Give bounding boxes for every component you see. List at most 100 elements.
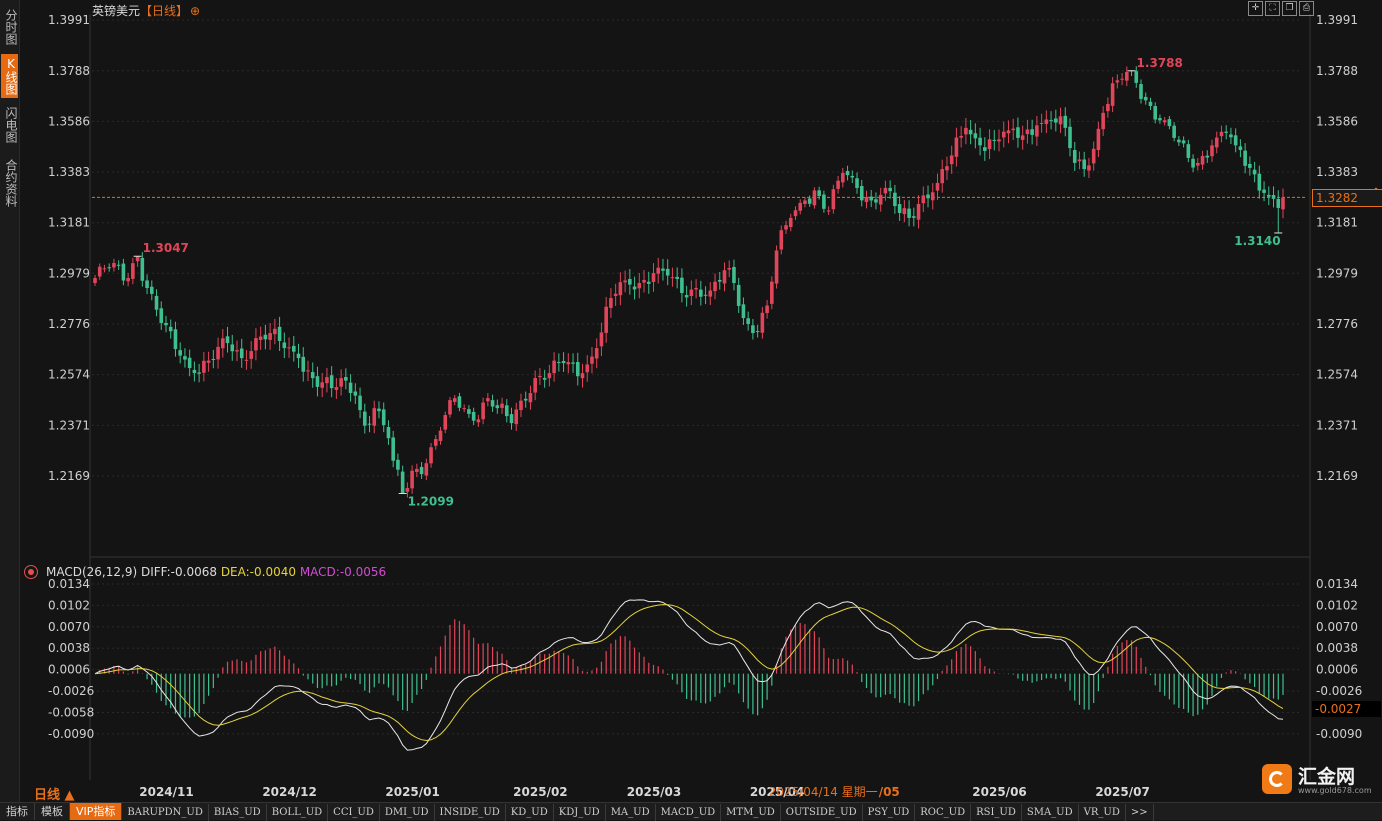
indicator-tab-dmi-ud[interactable]: DMI_UD	[380, 804, 435, 821]
candle-body	[822, 194, 826, 209]
period-switch[interactable]: 日线 ▲	[34, 784, 75, 803]
candle-body	[585, 364, 590, 373]
settings-icon[interactable]	[24, 564, 38, 579]
candle-body	[159, 308, 164, 324]
macd-tick-label: 0.0070	[1316, 620, 1358, 634]
macd-tick-label: -0.0058	[48, 705, 94, 719]
candle-body	[1054, 118, 1058, 123]
candle-body	[656, 267, 661, 274]
candle-body	[793, 210, 798, 217]
price-tick-label: 1.3788	[1316, 64, 1358, 78]
candle-body	[651, 273, 656, 282]
indicator-tab-rsi-ud[interactable]: RSI_UD	[971, 804, 1022, 821]
candle-body	[604, 306, 608, 333]
indicator-tab-kdj-ud[interactable]: KDJ_UD	[554, 804, 606, 821]
indicator-tab-macd-ud[interactable]: MACD_UD	[656, 804, 722, 821]
candle-body	[509, 414, 514, 424]
price-tick-label: 1.3181	[48, 216, 90, 230]
macd-tick-label: -0.0026	[48, 684, 94, 698]
indicator-tab-sma-ud[interactable]: SMA_UD	[1022, 804, 1079, 821]
candle-body	[1006, 130, 1011, 134]
candle-body	[126, 277, 130, 282]
candle-body	[1148, 101, 1153, 106]
candle-body	[751, 325, 755, 334]
indicator-tab-roc-ud[interactable]: ROC_UD	[915, 804, 972, 821]
indicator-tab-[interactable]: >>	[1126, 804, 1154, 821]
candle-body	[1110, 83, 1115, 106]
indicator-tab-kd-ud[interactable]: KD_UD	[506, 804, 554, 821]
candle-body	[694, 288, 698, 290]
indicator-tab-psy-ud[interactable]: PSY_UD	[863, 804, 916, 821]
candle-body	[949, 155, 954, 165]
price-tick-label: 1.3383	[48, 165, 90, 179]
candle-body	[968, 129, 973, 135]
candle-body	[140, 257, 145, 281]
candle-body	[561, 360, 566, 364]
print-icon[interactable]: ⎙	[1299, 1, 1314, 16]
indicator-tab-bias-ud[interactable]: BIAS_UD	[209, 804, 267, 821]
period-label: 【日线】	[140, 4, 189, 18]
indicator-tab-cci-ud[interactable]: CCI_UD	[328, 804, 380, 821]
candle-body	[557, 362, 561, 364]
candle-body	[575, 362, 580, 377]
candle-body	[206, 360, 211, 363]
price-tick-label: 1.2574	[1316, 368, 1358, 382]
candle-body	[320, 382, 324, 388]
indicator-tab-mtm-ud[interactable]: MTM_UD	[721, 804, 781, 821]
price-tick-label: 1.3181	[1316, 216, 1358, 230]
candle-body	[277, 326, 282, 341]
candle-body	[1001, 131, 1006, 138]
candle-body	[973, 133, 978, 139]
candle-body	[471, 411, 476, 421]
candle-body	[306, 370, 310, 372]
candle-body	[1153, 106, 1158, 120]
indicator-tab-[interactable]: 模板	[35, 803, 70, 820]
candle-body	[1091, 148, 1096, 164]
macd-tick-label: -0.0090	[1316, 727, 1362, 741]
current-price-label: 1.3282	[1312, 189, 1382, 208]
logo-text: 汇金网	[1298, 766, 1356, 788]
candle-body	[178, 350, 182, 356]
restore-icon[interactable]: ❐	[1282, 1, 1297, 16]
price-tick-label: 1.2979	[1316, 266, 1358, 280]
candle-body	[590, 356, 594, 364]
candle-body	[1134, 71, 1139, 83]
current-macd-label: -0.0027	[1312, 700, 1381, 717]
candle-body	[523, 398, 528, 401]
macd-name: MACD(26,12,9)	[46, 565, 138, 579]
fullscreen-icon[interactable]: ⛶	[1265, 1, 1280, 16]
time-axis-label: 2025/06	[972, 785, 1026, 799]
candle-body	[855, 178, 859, 188]
indicator-tab-ma-ud[interactable]: MA_UD	[606, 804, 656, 821]
candle-body	[665, 268, 670, 276]
candle-body	[457, 396, 462, 408]
candle-body	[519, 400, 523, 411]
indicator-tab-vr-ud[interactable]: VR_UD	[1079, 804, 1126, 821]
candle-body	[623, 280, 627, 283]
candle-body	[97, 266, 102, 277]
indicator-tab-barupdn-ud[interactable]: BARUPDN_UD	[122, 804, 209, 821]
candle-body	[765, 305, 769, 314]
logo-icon	[1262, 764, 1292, 794]
candle-body	[1252, 169, 1257, 175]
kline-chart[interactable]: 1.3991 1.3991 1.3788 1.3788 1.3586 1.3586 1.33…	[0, 0, 1382, 802]
price-tick-label: 1.2776	[1316, 317, 1358, 331]
indicator-tab-boll-ud[interactable]: BOLL_UD	[267, 804, 329, 821]
indicator-tab-inside-ud[interactable]: INSIDE_UD	[435, 804, 506, 821]
candle-body	[467, 409, 471, 414]
candle-body	[661, 268, 665, 271]
indicator-tab-[interactable]: 指标	[0, 803, 35, 820]
window-controls: ✛ ⛶ ❐ ⎙	[1248, 1, 1316, 17]
crosshair-icon[interactable]: ✛	[1248, 1, 1263, 16]
candle-body	[438, 430, 443, 442]
crosshair-icon[interactable]: ⊕	[190, 4, 200, 18]
indicator-tab-vip[interactable]: VIP指标	[70, 803, 123, 820]
indicator-tab-outside-ud[interactable]: OUTSIDE_UD	[781, 804, 863, 821]
candle-body	[1082, 159, 1087, 170]
candle-body	[689, 289, 694, 297]
price-annotations: 1.3047 1.2099 1.3788 1.3140	[133, 56, 1283, 508]
candle-body	[1044, 119, 1049, 124]
candle-body	[746, 318, 750, 324]
candle-body	[504, 405, 509, 417]
candle-body	[983, 147, 987, 151]
